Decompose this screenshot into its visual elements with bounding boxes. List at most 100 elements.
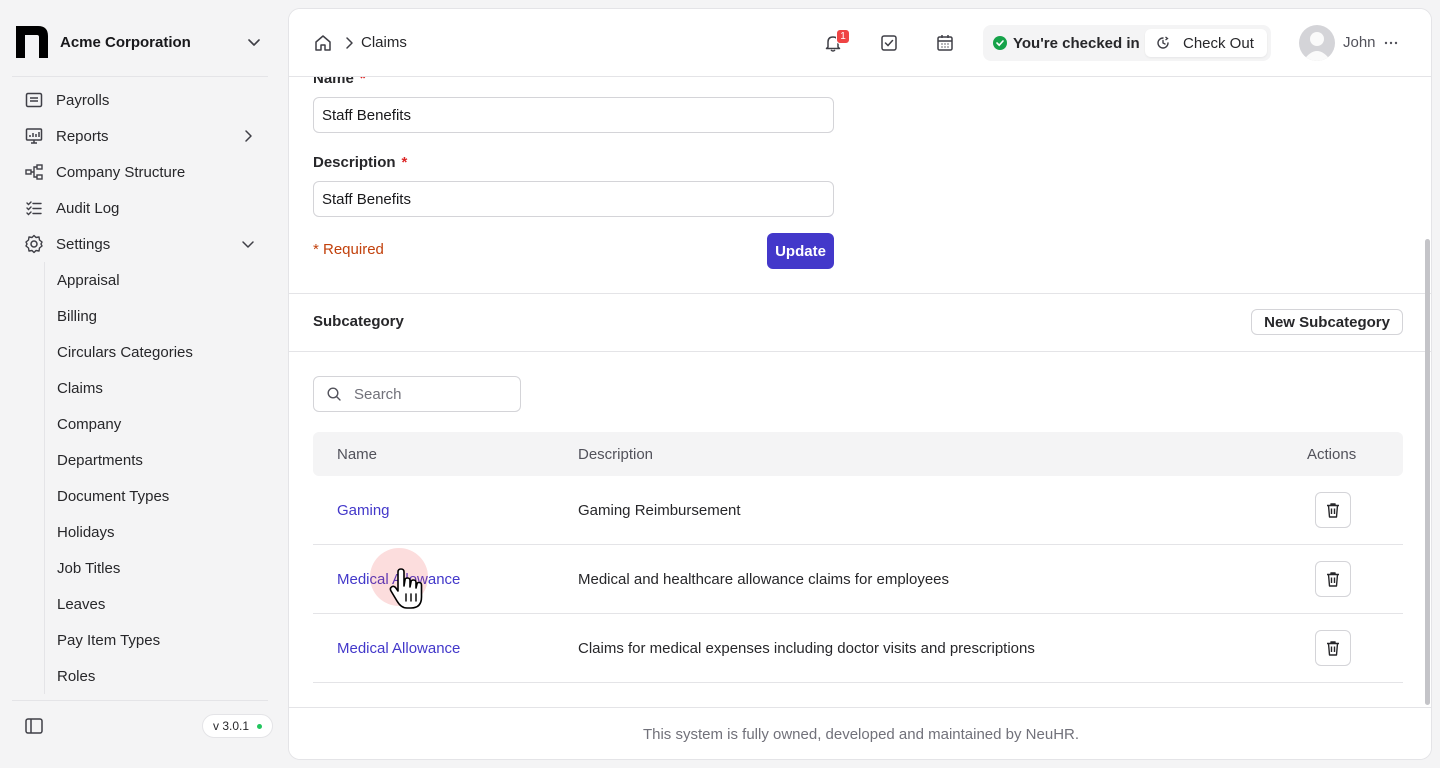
name-label: Name * xyxy=(313,77,366,87)
gear-icon xyxy=(24,234,44,254)
chevron-down-icon xyxy=(242,241,254,248)
subcategory-title: Subcategory xyxy=(313,313,404,330)
subcategory-table: Name Description Actions Gaming Gaming R… xyxy=(313,432,1403,683)
search-box xyxy=(313,376,521,412)
table-row: Medical Allowance Medical and healthcare… xyxy=(313,545,1403,614)
clock-arrow-icon xyxy=(1157,36,1169,49)
sidebar-item-label: Settings xyxy=(56,235,111,253)
footer-text: This system is fully owned, developed an… xyxy=(642,726,1080,743)
sidebar-item-label: Payrolls xyxy=(56,91,110,109)
check-circle-icon xyxy=(993,36,1007,50)
notification-badge: 1 xyxy=(836,29,850,44)
sidebar-divider xyxy=(12,76,268,77)
scrollbar[interactable] xyxy=(1425,239,1430,705)
subcategory-description: Claims for medical expenses including do… xyxy=(578,640,1035,657)
check-out-label: Check Out xyxy=(1183,34,1254,52)
trash-icon xyxy=(1327,641,1339,656)
settings-item-departments[interactable]: Departments xyxy=(45,442,268,478)
sidebar-toggle-icon[interactable] xyxy=(24,716,44,736)
checkin-status-text: You're checked in xyxy=(1013,34,1140,52)
new-subcategory-button[interactable]: New Subcategory xyxy=(1251,309,1403,335)
status-dot xyxy=(257,723,263,729)
table-header: Name Description Actions xyxy=(313,432,1403,476)
settings-item-billing[interactable]: Billing xyxy=(45,298,268,334)
footer: This system is fully owned, developed an… xyxy=(289,707,1431,759)
settings-item-document-types[interactable]: Document Types xyxy=(45,478,268,514)
sidebar-divider xyxy=(12,700,268,701)
column-header-actions: Actions xyxy=(1307,446,1357,463)
settings-item-claims[interactable]: Claims xyxy=(45,370,268,406)
settings-submenu: Appraisal Billing Circulars Categories C… xyxy=(44,262,268,694)
org-switcher[interactable]: Acme Corporation xyxy=(12,16,272,68)
check-out-button[interactable]: Check Out xyxy=(1145,29,1267,57)
sidebar-item-payrolls[interactable]: Payrolls xyxy=(12,82,268,118)
settings-item-pay-item-types[interactable]: Pay Item Types xyxy=(45,622,268,658)
subcategory-name-link[interactable]: Medical Allowance xyxy=(337,640,460,657)
version-badge: v 3.0.1 xyxy=(202,714,274,738)
name-label-text: Name xyxy=(313,77,354,87)
user-name[interactable]: John xyxy=(1343,34,1376,51)
main-panel: Claims 1 You're checked in Check Out Joh… xyxy=(288,8,1432,760)
hierarchy-icon xyxy=(24,162,44,182)
settings-item-leaves[interactable]: Leaves xyxy=(45,586,268,622)
avatar[interactable] xyxy=(1299,25,1335,61)
sidebar-item-reports[interactable]: Reports xyxy=(12,118,268,154)
chart-icon xyxy=(24,126,44,146)
settings-item-holidays[interactable]: Holidays xyxy=(45,514,268,550)
delete-button[interactable] xyxy=(1315,561,1351,597)
section-divider xyxy=(289,351,1431,352)
table-row: Medical Allowance Claims for medical exp… xyxy=(313,614,1403,683)
column-header-name[interactable]: Name xyxy=(337,446,377,463)
list-check-icon xyxy=(24,198,44,218)
calendar-icon[interactable] xyxy=(935,33,955,53)
receipt-icon xyxy=(24,90,44,110)
page-content: Name * Description * * Required Update Sub… xyxy=(289,77,1431,707)
settings-item-job-titles[interactable]: Job Titles xyxy=(45,550,268,586)
delete-button[interactable] xyxy=(1315,630,1351,666)
trash-icon xyxy=(1327,503,1339,518)
search-icon xyxy=(327,387,341,401)
app-logo xyxy=(16,26,48,58)
description-label: Description * xyxy=(313,154,407,171)
table-row: Gaming Gaming Reimbursement xyxy=(313,476,1403,545)
chevron-right-icon xyxy=(346,37,353,49)
topbar: Claims 1 You're checked in Check Out Joh… xyxy=(289,9,1431,77)
sidebar-item-audit-log[interactable]: Audit Log xyxy=(12,190,268,226)
org-name: Acme Corporation xyxy=(60,33,191,51)
checkin-status-bar: You're checked in Check Out xyxy=(983,25,1271,61)
task-check-icon[interactable] xyxy=(879,33,899,53)
section-divider xyxy=(289,293,1431,294)
hand-pointer-icon xyxy=(389,568,423,609)
required-marker: * xyxy=(401,154,408,171)
settings-item-circulars-categories[interactable]: Circulars Categories xyxy=(45,334,268,370)
trash-icon xyxy=(1327,572,1339,587)
home-icon[interactable] xyxy=(313,33,333,53)
more-horizontal-icon[interactable] xyxy=(1383,35,1399,51)
subcategory-description: Gaming Reimbursement xyxy=(578,502,741,519)
update-button[interactable]: Update xyxy=(767,233,834,269)
sidebar-item-label: Reports xyxy=(56,127,109,145)
column-header-description[interactable]: Description xyxy=(578,446,653,463)
sidebar-nav: Payrolls Reports Company Structure Audit… xyxy=(12,82,268,262)
delete-button[interactable] xyxy=(1315,492,1351,528)
subcategory-description: Medical and healthcare allowance claims … xyxy=(578,571,950,588)
breadcrumb[interactable]: Claims xyxy=(361,33,407,53)
subcategory-name-link[interactable]: Gaming xyxy=(337,502,390,519)
settings-item-appraisal[interactable]: Appraisal xyxy=(45,262,268,298)
sidebar-item-label: Company Structure xyxy=(56,163,186,181)
chevron-down-icon xyxy=(248,39,260,46)
search-input[interactable] xyxy=(354,385,514,403)
required-note: * Required xyxy=(313,241,384,258)
required-marker: * xyxy=(359,77,366,87)
sidebar-item-company-structure[interactable]: Company Structure xyxy=(12,154,268,190)
chevron-right-icon xyxy=(245,130,252,142)
description-field[interactable] xyxy=(313,181,834,217)
description-label-text: Description xyxy=(313,154,396,171)
settings-item-roles[interactable]: Roles xyxy=(45,658,268,694)
name-field[interactable] xyxy=(313,97,834,133)
version-text: v 3.0.1 xyxy=(213,719,250,733)
sidebar-item-label: Audit Log xyxy=(56,199,120,217)
settings-item-company[interactable]: Company xyxy=(45,406,268,442)
sidebar-item-settings[interactable]: Settings xyxy=(12,226,268,262)
sidebar: Acme Corporation Payrolls Reports Compan… xyxy=(0,0,280,768)
